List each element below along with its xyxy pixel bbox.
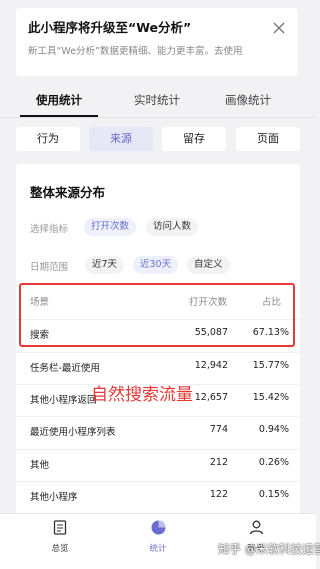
row-scene: 其他小程序 bbox=[30, 492, 78, 503]
tab-usage-stats[interactable]: 使用统计 bbox=[14, 92, 104, 108]
tabs-divider bbox=[0, 117, 316, 118]
nav-stats-label: 统计 bbox=[149, 544, 167, 554]
chip-last-7-days[interactable]: 近7天 bbox=[85, 256, 125, 274]
date-range-label: 日期范围 bbox=[30, 262, 69, 273]
table-row[interactable]: 任务栏-最近使用 12,942 15.77% bbox=[16, 352, 300, 380]
table-row[interactable]: 最近使用小程序列表 774 0.94% bbox=[16, 416, 300, 444]
chip-custom[interactable]: 自定义 bbox=[187, 256, 230, 274]
banner-description[interactable]: 新工具“We分析”数据更精细、能力更丰富。去使用 bbox=[28, 45, 286, 58]
upgrade-banner: 此小程序将升级至“We分析” 新工具“We分析”数据更精细、能力更丰富。去使用 bbox=[16, 8, 298, 76]
row-open-count: 122 bbox=[209, 489, 228, 500]
chip-visitors[interactable]: 访问人数 bbox=[146, 218, 199, 236]
row-open-count: 774 bbox=[209, 424, 228, 435]
row-ratio: 0.26% bbox=[258, 457, 289, 468]
user-icon bbox=[249, 520, 263, 535]
chip-open-count[interactable]: 打开次数 bbox=[84, 218, 137, 236]
row-scene: 其他小程序返回 bbox=[30, 395, 97, 406]
row-scene: 其他 bbox=[30, 460, 50, 471]
pie-chart-icon bbox=[151, 520, 165, 535]
row-ratio: 15.42% bbox=[252, 392, 289, 403]
segment-source[interactable]: 来源 bbox=[89, 127, 153, 151]
row-open-count: 12,657 bbox=[194, 392, 228, 403]
highlight-box bbox=[19, 283, 295, 347]
annotation-label: 自然搜索流量 bbox=[91, 385, 193, 405]
segment-behavior[interactable]: 行为 bbox=[16, 127, 80, 151]
table-row[interactable]: 其他 212 0.26% bbox=[16, 449, 300, 477]
nav-stats[interactable]: 统计 bbox=[128, 520, 188, 554]
row-open-count: 212 bbox=[209, 457, 228, 468]
metric-label: 选择指标 bbox=[30, 224, 69, 235]
document-icon bbox=[53, 520, 67, 535]
row-scene: 最近使用小程序列表 bbox=[30, 427, 116, 438]
row-ratio: 15.77% bbox=[252, 360, 289, 371]
segment-control: 行为 来源 留存 页面 bbox=[16, 127, 300, 151]
tab-realtime-stats[interactable]: 实时统计 bbox=[112, 92, 202, 108]
tab-profile-stats[interactable]: 画像统计 bbox=[203, 92, 293, 108]
nav-overview-label: 总览 bbox=[51, 544, 69, 554]
watermark: 知乎 @米软科技运营 bbox=[218, 542, 320, 556]
segment-pages[interactable]: 页面 bbox=[236, 127, 300, 151]
banner-title: 此小程序将升级至“We分析” bbox=[28, 20, 192, 35]
close-icon[interactable] bbox=[272, 21, 286, 35]
card-title: 整体来源分布 bbox=[30, 185, 106, 200]
row-open-count: 12,942 bbox=[194, 360, 228, 371]
table-row[interactable]: 其他小程序 122 0.15% bbox=[16, 481, 300, 509]
row-ratio: 0.94% bbox=[258, 424, 289, 435]
row-scene: 任务栏-最近使用 bbox=[30, 363, 100, 374]
chip-last-30-days[interactable]: 近30天 bbox=[133, 256, 179, 274]
segment-retention[interactable]: 留存 bbox=[162, 127, 226, 151]
stats-tabs: 使用统计 实时统计 画像统计 bbox=[0, 84, 316, 118]
row-ratio: 0.15% bbox=[258, 489, 289, 500]
nav-overview[interactable]: 总览 bbox=[30, 520, 90, 554]
